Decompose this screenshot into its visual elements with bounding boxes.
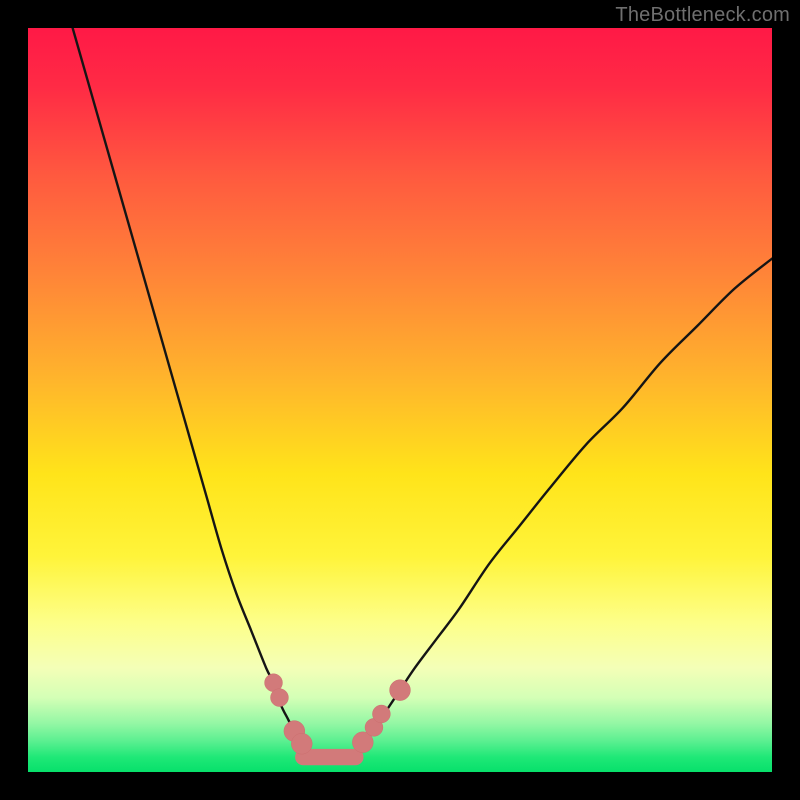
watermark-text: TheBottleneck.com — [615, 4, 790, 27]
bottleneck-curve — [73, 28, 772, 758]
plot-area — [28, 28, 772, 772]
curve-layer — [28, 28, 772, 772]
curve-marker — [291, 733, 312, 754]
curve-group — [73, 28, 772, 758]
curve-marker — [271, 689, 289, 707]
curve-marker — [372, 705, 390, 723]
chart-frame: TheBottleneck.com — [0, 0, 800, 800]
curve-marker — [390, 680, 411, 701]
